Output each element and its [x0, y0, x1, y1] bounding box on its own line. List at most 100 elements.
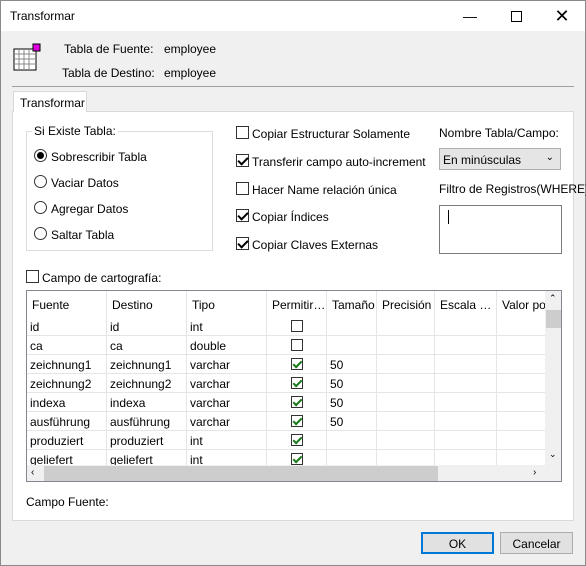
destino-cell[interactable]: produziert [107, 431, 187, 450]
column-header[interactable]: Fuente [27, 291, 107, 317]
destino-cell[interactable]: zeichnung1 [107, 355, 187, 374]
destino-cell[interactable]: indexa [107, 393, 187, 412]
fuente-cell[interactable]: produziert [27, 431, 107, 450]
ok-button[interactable]: OK [421, 532, 494, 554]
column-header[interactable]: Tamaño [327, 291, 377, 317]
table-row[interactable]: produziert produziert int [27, 431, 547, 450]
empty-cell[interactable] [497, 355, 547, 374]
destino-cell[interactable]: ausführung [107, 412, 187, 431]
fuente-cell[interactable]: indexa [27, 393, 107, 412]
destino-cell[interactable]: zeichnung2 [107, 374, 187, 393]
filter-input[interactable] [439, 205, 562, 254]
tamano-cell[interactable]: 50 [327, 374, 377, 393]
scroll-right-icon[interactable]: › [533, 467, 536, 478]
tamano-cell[interactable]: 50 [327, 355, 377, 374]
allow-null-cell[interactable] [267, 374, 327, 393]
empty-cell[interactable] [497, 412, 547, 431]
allow-null-cell[interactable] [267, 355, 327, 374]
scroll-down-icon[interactable]: ⌄ [549, 449, 557, 460]
unique-relation-checkbox[interactable] [236, 182, 249, 195]
empty-cell[interactable] [497, 317, 547, 336]
destino-cell[interactable]: id [107, 317, 187, 336]
scroll-thumb[interactable] [546, 310, 561, 328]
tamano-cell[interactable]: 50 [327, 393, 377, 412]
tipo-cell[interactable]: int [187, 317, 267, 336]
close-icon[interactable]: ✕ [539, 1, 585, 31]
tipo-cell[interactable]: double [187, 336, 267, 355]
scroll-left-icon[interactable]: ‹ [31, 467, 34, 478]
empty-cell[interactable] [435, 355, 497, 374]
allow-null-checkbox[interactable] [291, 453, 303, 465]
allow-null-checkbox[interactable] [291, 396, 303, 408]
empty-cell[interactable] [377, 317, 435, 336]
tipo-cell[interactable]: varchar [187, 374, 267, 393]
radio-skip-table[interactable] [34, 227, 47, 240]
tamano-cell[interactable] [327, 336, 377, 355]
empty-cell[interactable] [377, 412, 435, 431]
empty-cell[interactable] [497, 374, 547, 393]
table-row[interactable]: ca ca double [27, 336, 547, 355]
allow-null-checkbox[interactable] [291, 358, 303, 370]
empty-cell[interactable] [435, 374, 497, 393]
empty-cell[interactable] [377, 431, 435, 450]
copy-structure-checkbox[interactable] [236, 126, 249, 139]
empty-cell[interactable] [435, 393, 497, 412]
mapping-checkbox[interactable] [26, 270, 39, 283]
vertical-scrollbar[interactable]: ⌃ ⌄ [545, 291, 561, 465]
h-scroll-thumb[interactable] [44, 466, 438, 481]
maximize-icon[interactable] [493, 1, 539, 31]
tamano-cell[interactable]: 50 [327, 412, 377, 431]
radio-empty-data[interactable] [34, 175, 47, 188]
allow-null-checkbox[interactable] [291, 434, 303, 446]
empty-cell[interactable] [435, 317, 497, 336]
allow-null-cell[interactable] [267, 393, 327, 412]
allow-null-checkbox[interactable] [291, 415, 303, 427]
allow-null-checkbox[interactable] [291, 320, 303, 332]
auto-increment-checkbox[interactable] [236, 154, 249, 167]
fuente-cell[interactable]: ausführung [27, 412, 107, 431]
column-header[interactable]: Precisión [377, 291, 435, 317]
horizontal-scrollbar[interactable]: ‹ › [27, 465, 545, 481]
fuente-cell[interactable]: zeichnung1 [27, 355, 107, 374]
fuente-cell[interactable]: zeichnung2 [27, 374, 107, 393]
fuente-cell[interactable]: ca [27, 336, 107, 355]
minimize-icon[interactable]: — [447, 1, 493, 31]
radio-append-data[interactable] [34, 201, 47, 214]
table-row[interactable]: zeichnung2 zeichnung2 varchar 50 [27, 374, 547, 393]
empty-cell[interactable] [497, 336, 547, 355]
radio-overwrite[interactable] [34, 149, 47, 162]
empty-cell[interactable] [377, 393, 435, 412]
table-row[interactable]: ausführung ausführung varchar 50 [27, 412, 547, 431]
fuente-cell[interactable]: id [27, 317, 107, 336]
tipo-cell[interactable]: varchar [187, 412, 267, 431]
empty-cell[interactable] [435, 336, 497, 355]
tamano-cell[interactable] [327, 317, 377, 336]
empty-cell[interactable] [377, 336, 435, 355]
allow-null-checkbox[interactable] [291, 339, 303, 351]
empty-cell[interactable] [435, 431, 497, 450]
tipo-cell[interactable]: varchar [187, 355, 267, 374]
tipo-cell[interactable]: int [187, 431, 267, 450]
empty-cell[interactable] [435, 412, 497, 431]
cancel-button[interactable]: Cancelar [500, 532, 573, 554]
table-row[interactable]: zeichnung1 zeichnung1 varchar 50 [27, 355, 547, 374]
allow-null-checkbox[interactable] [291, 377, 303, 389]
table-row[interactable]: indexa indexa varchar 50 [27, 393, 547, 412]
table-row[interactable]: id id int [27, 317, 547, 336]
tamano-cell[interactable] [327, 431, 377, 450]
tipo-cell[interactable]: varchar [187, 393, 267, 412]
allow-null-cell[interactable] [267, 317, 327, 336]
allow-null-cell[interactable] [267, 336, 327, 355]
empty-cell[interactable] [497, 431, 547, 450]
name-case-select[interactable]: En minúsculas ⌄ [439, 148, 561, 170]
copy-foreign-keys-checkbox[interactable] [236, 237, 249, 250]
column-header[interactable]: Valor pot [497, 291, 547, 317]
allow-null-cell[interactable] [267, 412, 327, 431]
empty-cell[interactable] [377, 355, 435, 374]
tab-transformar[interactable]: Transformar [13, 91, 87, 112]
allow-null-cell[interactable] [267, 431, 327, 450]
column-header[interactable]: Escala … [435, 291, 497, 317]
empty-cell[interactable] [497, 393, 547, 412]
empty-cell[interactable] [377, 374, 435, 393]
copy-indexes-checkbox[interactable] [236, 209, 249, 222]
